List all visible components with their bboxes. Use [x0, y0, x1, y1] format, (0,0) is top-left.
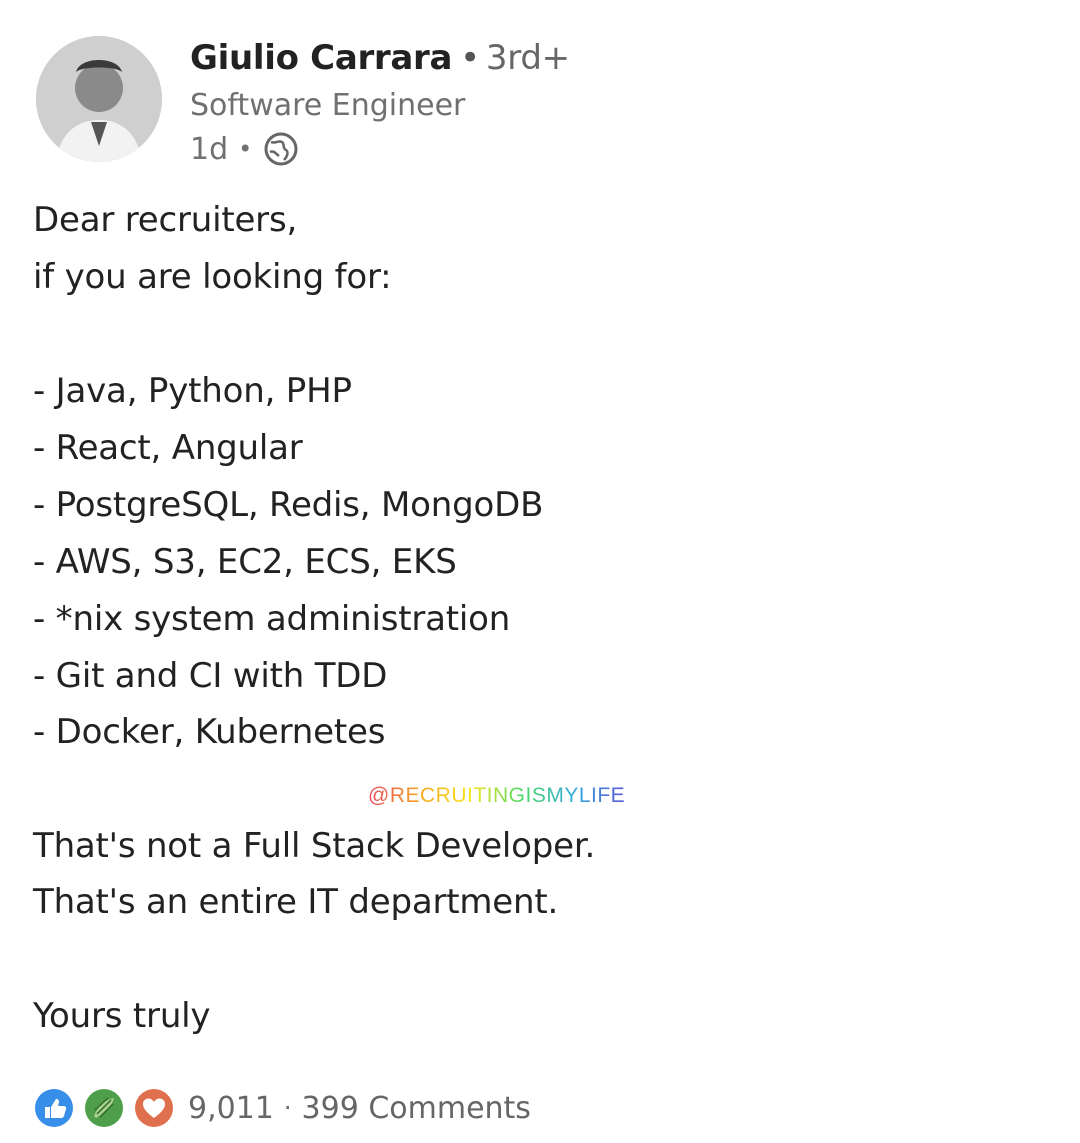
post-line: - *nix system administration	[33, 599, 511, 639]
celebrate-icon[interactable]	[82, 1086, 126, 1130]
post-line: - AWS, S3, EC2, ECS, EKS	[33, 542, 457, 582]
post-line: - Docker, Kubernetes	[33, 712, 386, 752]
comments-count[interactable]: 399 Comments	[302, 1091, 531, 1126]
watermark: @RECRUITINGISMYLIFE	[368, 784, 626, 807]
meta-separator: •	[238, 135, 253, 163]
social-counts: 9,011 · 399 Comments	[32, 1086, 531, 1130]
globe-icon	[262, 130, 300, 168]
degree-separator: •	[460, 38, 480, 78]
post-line: Yours truly	[33, 996, 211, 1036]
post-line: - Java, Python, PHP	[33, 371, 352, 411]
post-line: - Git and CI with TDD	[33, 656, 388, 696]
post-line: if you are looking for:	[33, 257, 392, 297]
avatar[interactable]	[36, 36, 162, 162]
post-line: - React, Angular	[33, 428, 303, 468]
post-time[interactable]: 1d	[190, 132, 228, 167]
post-line: That's an entire IT department.	[33, 882, 559, 922]
linkedin-post: Giulio Carrara • 3rd+ Software Engineer 1d…	[0, 0, 1080, 1143]
love-icon[interactable]	[132, 1086, 176, 1130]
connection-degree: 3rd+	[485, 38, 570, 78]
post-line: - PostgreSQL, Redis, MongoDB	[33, 485, 544, 525]
author-name[interactable]: Giulio Carrara	[190, 38, 452, 78]
post-line: Dear recruiters,	[33, 200, 298, 240]
post-meta: 1d •	[190, 130, 300, 168]
reaction-count[interactable]: 9,011	[188, 1091, 274, 1126]
post-line: That's not a Full Stack Developer.	[33, 826, 596, 866]
like-icon[interactable]	[32, 1086, 76, 1130]
author-headline: Software Engineer	[190, 88, 466, 123]
social-separator: ·	[283, 1094, 292, 1122]
author-name-line: Giulio Carrara • 3rd+	[190, 38, 570, 78]
